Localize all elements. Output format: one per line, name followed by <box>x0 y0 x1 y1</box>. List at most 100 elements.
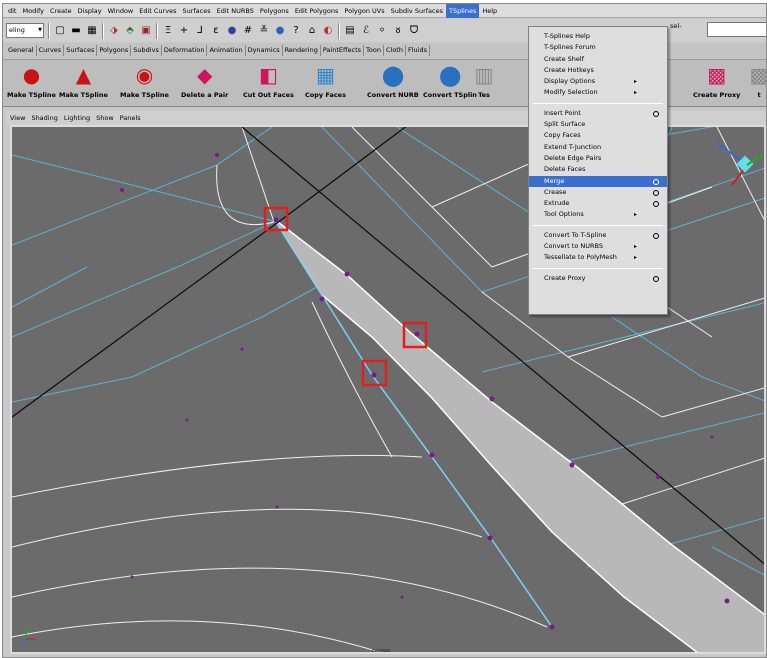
select-object-icon[interactable]: ⬘ <box>124 25 136 37</box>
menu-item-t-splines-help[interactable]: T-Splines Help <box>529 31 667 42</box>
dynamics-mask-icon[interactable]: ● <box>274 25 286 37</box>
snap-point-icon[interactable]: + <box>178 25 190 37</box>
option-box-icon[interactable] <box>653 178 659 185</box>
shelf-tab-cloth[interactable]: Cloth <box>384 45 406 56</box>
menu-item-display-options[interactable]: Display Options ▸ <box>529 76 667 87</box>
red-cone-icon: ▲ <box>75 63 92 87</box>
open-scene-icon[interactable]: ▬ <box>70 25 82 37</box>
shelf-tab-curves[interactable]: Curves <box>37 45 65 56</box>
menu-item-create-hotkeys[interactable]: Create Hotkeys <box>529 65 667 76</box>
snap-curve-icon[interactable]: ⅃ <box>194 25 206 37</box>
view-menu-lighting[interactable]: Lighting <box>64 114 96 122</box>
select-component-icon[interactable]: ▣ <box>140 25 152 37</box>
menu-item-insert-point[interactable]: Insert Point <box>529 108 667 119</box>
lock-icon[interactable]: ⌂ <box>306 25 318 37</box>
render-settings-icon[interactable]: ᗜ <box>408 25 420 37</box>
menu-item-tessellate-to-polymesh[interactable]: Tessellate to PolyMesh ▸ <box>529 252 667 263</box>
shelf-button-label: Tes <box>478 91 490 99</box>
view-menu-shading[interactable]: Shading <box>31 114 63 122</box>
shelf-button-5[interactable]: ▦ Copy Faces <box>305 64 346 104</box>
shelf-tab-dynamics[interactable]: Dynamics <box>246 45 283 56</box>
menu-item-delete-faces[interactable]: Delete Faces <box>529 164 667 175</box>
menu-edit-curves[interactable]: Edit Curves <box>136 4 179 18</box>
shelf-button-3[interactable]: ◆ Delete a Pair <box>181 64 228 104</box>
menu-item-split-surface[interactable]: Split Surface <box>529 119 667 130</box>
menu-item-convert-to-nurbs[interactable]: Convert to NURBS ▸ <box>529 241 667 252</box>
menu-item-label: Create Shelf <box>544 54 585 63</box>
menu-item-merge[interactable]: Merge <box>529 175 667 187</box>
option-box-icon[interactable] <box>653 232 659 239</box>
construction-history-icon[interactable]: ℰ <box>360 25 372 37</box>
select-hierarchy-icon[interactable]: ⬗ <box>108 25 120 37</box>
shelf-tab-general[interactable]: General <box>6 45 37 56</box>
snap-view-icon[interactable]: ε <box>210 25 222 37</box>
menu-item-t-splines-forum[interactable]: T-Splines Forum <box>529 42 667 53</box>
menu-help[interactable]: Help <box>479 4 500 18</box>
shelf-button-0[interactable]: ● Make TSpline <box>7 64 56 104</box>
shelf-tab-fluids[interactable]: Fluids <box>406 45 430 56</box>
menu-set-select[interactable]: eling <box>6 23 44 38</box>
menu-dit[interactable]: dit <box>5 4 19 18</box>
menu-item-label: Display Options <box>544 77 596 86</box>
shelf-tab-polygons[interactable]: Polygons <box>97 45 132 56</box>
menu-item-tool-options[interactable]: Tool Options ▸ <box>529 209 667 220</box>
save-scene-icon[interactable]: ▦ <box>86 25 98 37</box>
menu-surfaces[interactable]: Surfaces <box>179 4 213 18</box>
snap-grid-icon[interactable]: Ξ <box>162 25 174 37</box>
menu-subdiv-surfaces[interactable]: Subdiv Surfaces <box>388 4 446 18</box>
shelf-button-10[interactable]: ▩ Create Proxy <box>693 64 740 104</box>
shelf-button-6[interactable]: ⬤ Convert NURB <box>367 64 419 104</box>
option-box-icon[interactable] <box>653 110 659 117</box>
menu-item-extrude[interactable]: Extrude <box>529 198 667 209</box>
menu-item-delete-edge-pairs[interactable]: Delete Edge Pairs <box>529 153 667 164</box>
view-menu-panels[interactable]: Panels <box>120 114 147 122</box>
menu-create[interactable]: Create <box>47 4 75 18</box>
shelf-button-11[interactable]: ▩ t <box>748 64 766 104</box>
shelf-button-8[interactable]: ▥ Tes <box>473 64 495 104</box>
menu-edit-polygons[interactable]: Edit Polygons <box>292 4 342 18</box>
menu-item-crease[interactable]: Crease <box>529 187 667 198</box>
option-box-icon[interactable] <box>653 275 659 282</box>
ipr-render-icon[interactable]: ᴕ <box>392 25 404 37</box>
shelf-tab-rendering[interactable]: Rendering <box>283 45 321 56</box>
render-icon[interactable]: ⸰ <box>376 25 388 37</box>
shelf-tab-painteffects[interactable]: PaintEffects <box>321 45 365 56</box>
menu-item-create-shelf[interactable]: Create Shelf <box>529 54 667 65</box>
magnet-icon[interactable]: ◐ <box>322 25 334 37</box>
view-menu-view[interactable]: View <box>10 114 31 122</box>
option-box-icon[interactable] <box>653 189 659 196</box>
menu-polygon-uvs[interactable]: Polygon UVs <box>341 4 387 18</box>
shelf-tab-surfaces[interactable]: Surfaces <box>64 45 98 56</box>
menu-window[interactable]: Window <box>105 4 137 18</box>
question-mask-icon[interactable]: ? <box>290 25 302 37</box>
new-scene-icon[interactable]: ▢ <box>54 25 66 37</box>
select-field-input[interactable] <box>707 22 766 37</box>
shelf-tab-deformation[interactable]: Deformation <box>162 45 208 56</box>
menu-item-copy-faces[interactable]: Copy Faces <box>529 130 667 141</box>
menu-item-modify-selection[interactable]: Modify Selection ▸ <box>529 87 667 98</box>
shelf-button-label: t <box>757 91 761 99</box>
shelf-tab-subdivs[interactable]: Subdivs <box>131 45 162 56</box>
option-box-icon[interactable] <box>653 201 659 208</box>
menu-item-create-proxy[interactable]: Create Proxy <box>529 273 667 284</box>
deform-mask-icon[interactable]: ≚ <box>258 25 270 37</box>
shelf-button-4[interactable]: ◧ Cut Out Faces <box>243 64 294 104</box>
menu-polygons[interactable]: Polygons <box>257 4 292 18</box>
pick-mask-icon[interactable]: # <box>242 25 254 37</box>
snap-surface-icon[interactable]: ● <box>226 25 238 37</box>
shelf-button-label: Cut Out Faces <box>243 91 294 99</box>
shelf-tab-animation[interactable]: Animation <box>207 45 246 56</box>
menu-edit-nurbs[interactable]: Edit NURBS <box>214 4 257 18</box>
menu-item-extend-t-junction[interactable]: Extend T-Junction <box>529 142 667 153</box>
menu-tsplines[interactable]: TSplines <box>446 4 480 18</box>
shelf-button-1[interactable]: ▲ Make TSpline <box>59 64 108 104</box>
shelf-button-label: Convert TSplin <box>423 91 477 99</box>
history-icon[interactable]: ▤ <box>344 25 356 37</box>
menu-item-convert-to-t-spline[interactable]: Convert To T-Spline <box>529 230 667 241</box>
menu-modify[interactable]: Modify <box>19 4 47 18</box>
shelf-button-2[interactable]: ◉ Make TSpline <box>120 64 169 104</box>
menu-display[interactable]: Display <box>75 4 105 18</box>
view-menu-show[interactable]: Show <box>96 114 120 122</box>
shelf-button-7[interactable]: ⬤ Convert TSplin <box>423 64 477 104</box>
shelf-tab-toon[interactable]: Toon <box>364 45 384 56</box>
